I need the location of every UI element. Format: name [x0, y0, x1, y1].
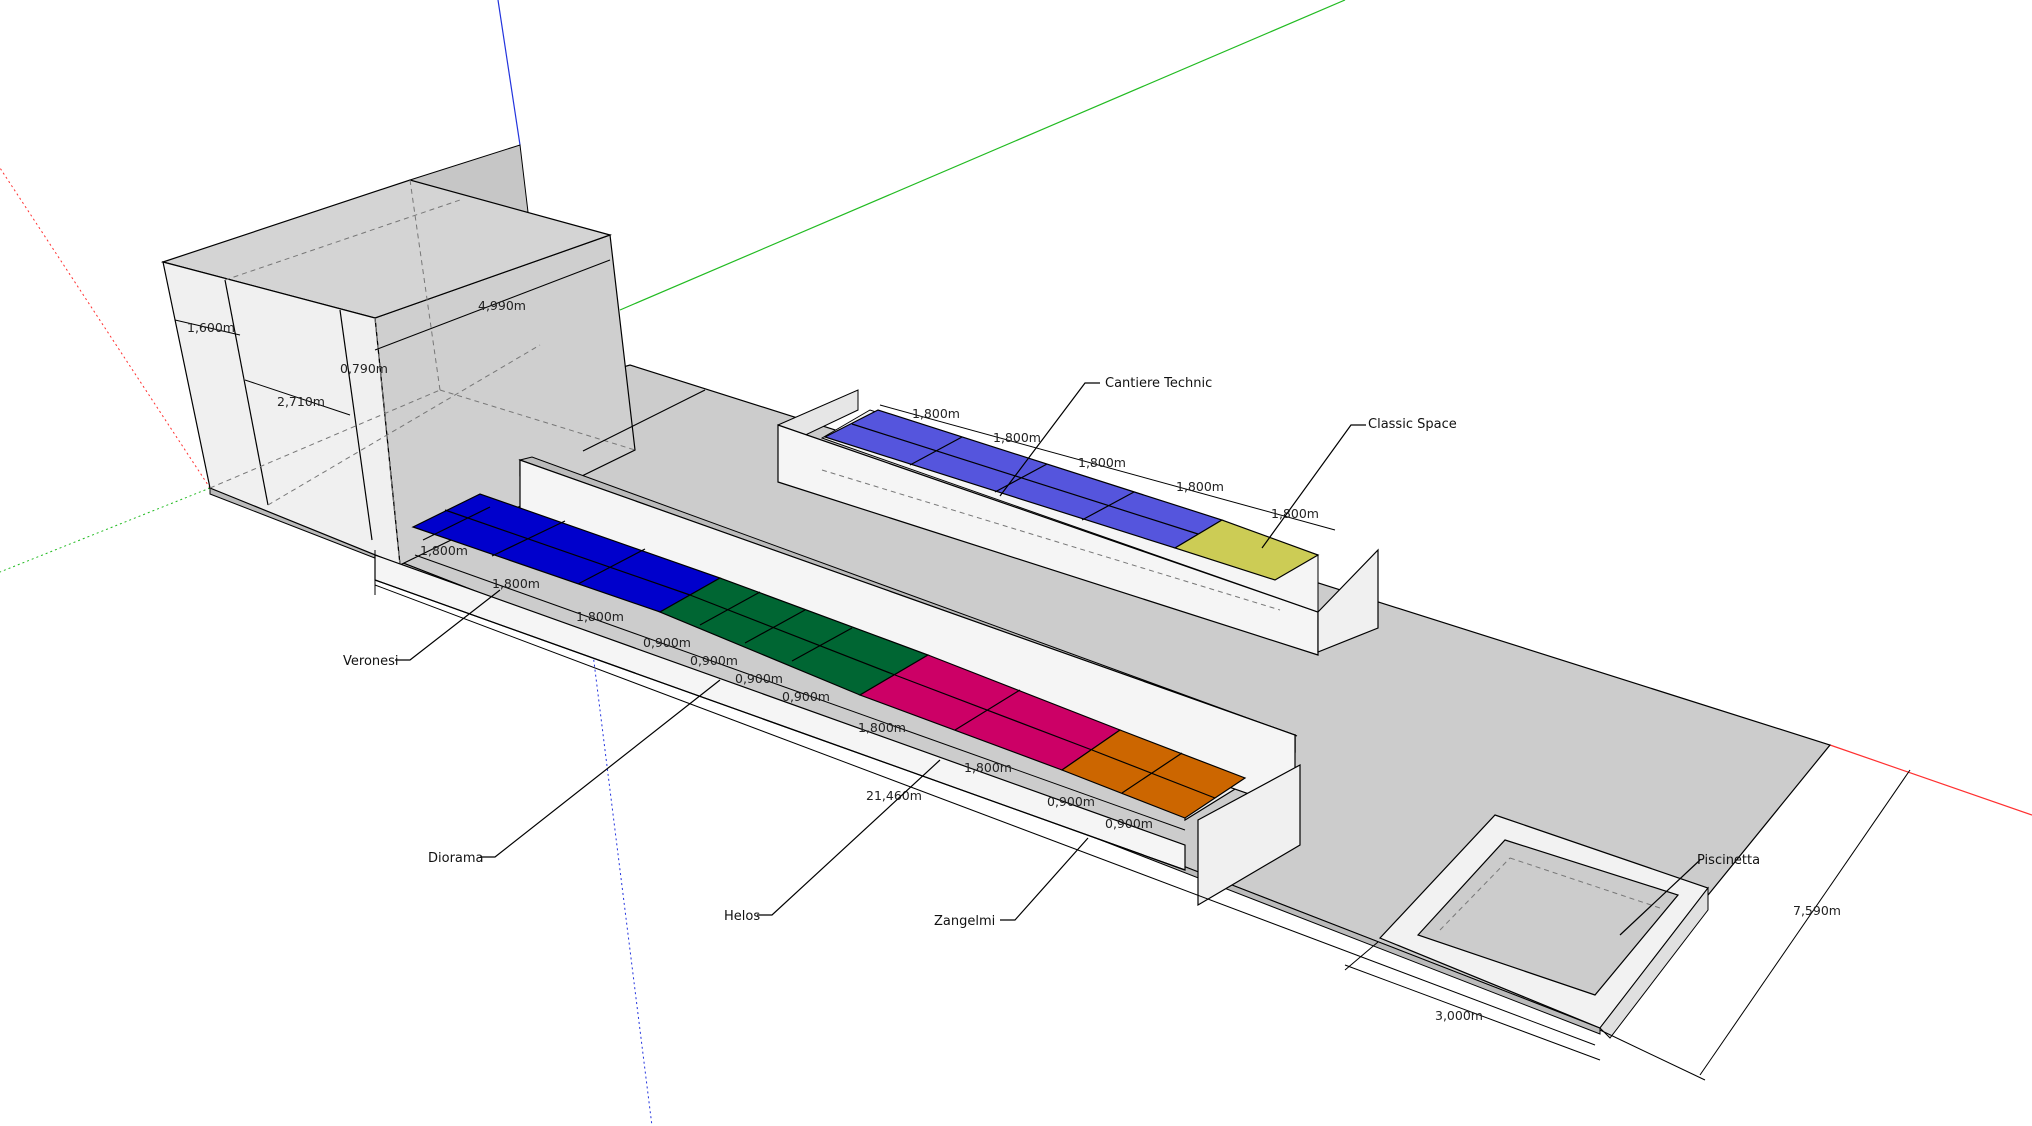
box-inner-label: 2,710m — [277, 394, 325, 409]
cantiere-seg-1: 1,800m — [912, 406, 960, 421]
label-classic-space: Classic Space — [1368, 417, 1457, 432]
total-width-ext — [1599, 1029, 1706, 1081]
cantiere-seg-2: 1,800m — [993, 430, 1041, 445]
label-cantiere-technic: Cantiere Technic — [1105, 376, 1212, 391]
diorama-seg-1: 0,900m — [643, 635, 691, 650]
label-zangelmi: Zangelmi — [934, 914, 995, 929]
label-helos: Helos — [724, 909, 760, 924]
veronesi-seg-1: 1,800m — [420, 543, 468, 558]
pool-width-ext — [1344, 941, 1379, 971]
pool-width-label: 3,000m — [1435, 1008, 1483, 1023]
label-veronesi: Veronesi — [343, 654, 399, 669]
green-axis — [619, 0, 1346, 311]
leader-helos — [757, 759, 941, 916]
total-width-label: 7,590m — [1793, 903, 1841, 918]
leader-zangelmi — [1000, 837, 1089, 921]
box-depth-label: 4,990m — [478, 298, 526, 313]
red-axis — [1829, 744, 2032, 816]
diorama-seg-3: 0,900m — [735, 671, 783, 686]
veronesi-seg-2: 1,800m — [492, 576, 540, 591]
helos-seg-1: 1,800m — [858, 720, 906, 735]
blue-axis — [497, 0, 521, 146]
zangelmi-seg-1: 0,900m — [1047, 794, 1095, 809]
zangelmi-seg-2: 0,900m — [1105, 816, 1153, 831]
diorama-seg-4: 0,900m — [782, 689, 830, 704]
sketchup-viewport[interactable]: 1,600m 2,710m 4,990m 0,790m 21,460m 7,59… — [0, 0, 2032, 1126]
leader-classic-space — [1261, 424, 1366, 549]
total-length-label: 21,460m — [866, 788, 922, 803]
green-axis-hidden — [0, 487, 211, 573]
label-piscinetta: Piscinetta — [1697, 853, 1760, 868]
leader-diorama — [480, 679, 721, 858]
label-diorama: Diorama — [428, 851, 484, 866]
cantiere-seg-4: 1,800m — [1176, 479, 1224, 494]
veronesi-seg-3: 1,800m — [576, 609, 624, 624]
cantiere-seg-3: 1,800m — [1078, 455, 1126, 470]
diorama-seg-2: 0,900m — [690, 653, 738, 668]
box-width-label: 1,600m — [187, 320, 235, 335]
box-wall-label: 0,790m — [340, 361, 388, 376]
blue-axis-hidden — [589, 629, 653, 1126]
classic-space-seg: 1,800m — [1271, 506, 1319, 521]
helos-seg-2: 1,800m — [964, 760, 1012, 775]
